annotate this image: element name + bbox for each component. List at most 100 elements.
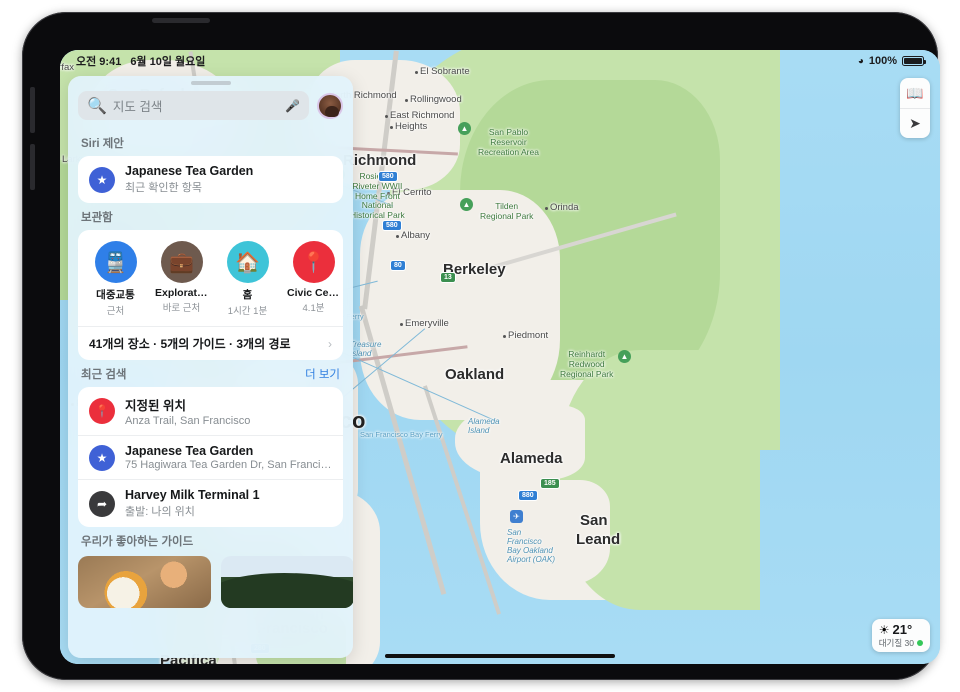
food-guide-thumbnail[interactable] (78, 556, 211, 608)
maps-sidebar[interactable]: 🔍 지도 검색 🎤 Siri 제안 ★ Japanese Tea Garden … (68, 76, 353, 658)
weather-widget[interactable]: ☀ 21° 대기질 30 (871, 619, 930, 652)
star-pin-icon: ★ (89, 166, 115, 193)
search-placeholder: 지도 검색 (112, 100, 163, 114)
map-town-dot (396, 235, 399, 238)
favorite-label: Explorato... (155, 287, 208, 299)
park-poi-tilden[interactable]: ▲ (460, 198, 473, 211)
airport-poi-oakland[interactable]: ✈ (510, 510, 523, 523)
list-item-subtitle: Anza Trail, San Francisco (125, 415, 251, 427)
list-item-title: 지정된 위치 (125, 399, 186, 413)
star-pin-icon: ★ (89, 444, 115, 471)
home-icon: 🏠 (226, 241, 269, 283)
favorite-sub: 근처 (106, 306, 125, 317)
search-icon: 🔍 (87, 97, 107, 115)
search-input[interactable]: 🔍 지도 검색 🎤 (78, 91, 309, 120)
list-item-subtitle: 75 Hagiwara Tea Garden Dr, San Francisco (125, 459, 332, 471)
map-label-town: Piedmont (508, 330, 549, 341)
power-button[interactable] (152, 18, 210, 23)
favorites-row[interactable]: 🚆 대중교통 근처 💼 Explorato... 바로 근처 🏠 홈 1시간 1… (78, 230, 343, 326)
microphone-icon[interactable]: 🎤 (285, 99, 300, 113)
guides-row[interactable] (78, 554, 353, 608)
map-label-town: Rollingwood (410, 94, 462, 105)
map-town-dot (390, 126, 393, 129)
status-bar: 오전 9:41 6월 10일 월요일 ◕ 100% (60, 50, 940, 72)
map-label-park: Tilden Regional Park (480, 201, 534, 221)
sidebar-scroll-area[interactable]: Siri 제안 ★ Japanese Tea Garden 최근 확인한 항목 … (68, 129, 353, 658)
status-time: 오전 9:41 (76, 56, 122, 68)
map-label-city: Alameda (500, 450, 563, 467)
favorite-work[interactable]: 💼 Explorato... 바로 근처 (155, 241, 208, 317)
map-label-park: Reinhardt Redwood Regional Park (560, 349, 614, 379)
screenshot-root: ▲ ▲ ▲ ▲ ▲ ▲ ▲ ✈ San RafaelRichmondBerkel… (0, 0, 960, 692)
sidebar-search-row: 🔍 지도 검색 🎤 (68, 91, 353, 129)
battery-icon (902, 56, 926, 66)
wifi-icon: ◕ (857, 55, 864, 67)
favorite-transit[interactable]: 🚆 대중교통 근처 (89, 241, 142, 317)
hills-guide-thumbnail[interactable] (221, 556, 353, 608)
map-label-island: Alameda Island (468, 417, 500, 435)
list-item[interactable]: 📍 지정된 위치 Anza Trail, San Francisco (78, 387, 343, 435)
temperature-label: 21° (892, 622, 913, 637)
list-item-subtitle: 출발: 나의 위치 (125, 506, 195, 518)
library-card: 🚆 대중교통 근처 💼 Explorato... 바로 근처 🏠 홈 1시간 1… (78, 230, 343, 360)
favorite-home[interactable]: 🏠 홈 1시간 1분 (221, 241, 274, 317)
list-item-text: Japanese Tea Garden 최근 확인한 항목 (125, 164, 253, 195)
status-bar-left: 오전 9:41 6월 10일 월요일 (76, 53, 205, 69)
volume-up-button[interactable] (30, 87, 35, 133)
list-item[interactable]: ➦ Harvey Milk Terminal 1 출발: 나의 위치 (78, 479, 343, 527)
park-poi-redwood[interactable]: ▲ (618, 350, 631, 363)
list-item-title: Japanese Tea Garden (125, 164, 254, 178)
park-poi-sanpablo[interactable]: ▲ (458, 122, 471, 135)
list-item-text: Harvey Milk Terminal 1 출발: 나의 위치 (125, 488, 260, 519)
map-label-city: San (580, 512, 608, 529)
briefcase-icon: 💼 (160, 241, 203, 283)
library-summary-row[interactable]: 41개의 장소 · 5개의 가이드 · 3개의 경로 › (78, 326, 343, 360)
recents-card: 📍 지정된 위치 Anza Trail, San Francisco ★ Jap… (78, 387, 343, 527)
status-bar-right: ◕ 100% (857, 55, 926, 67)
train-icon: 🚆 (94, 241, 137, 283)
map-label-city: Oakland (445, 366, 505, 383)
highway-shield: 13 (440, 272, 456, 283)
weather-top-row: ☀ 21° (879, 622, 923, 637)
highway-shield: 185 (540, 478, 560, 489)
recents-header-label: 최근 검색 (81, 369, 127, 381)
ipad-device-frame: ▲ ▲ ▲ ▲ ▲ ▲ ▲ ✈ San RafaelRichmondBerkel… (22, 12, 940, 680)
map-town-dot (385, 115, 388, 118)
favorite-civic-center[interactable]: 📍 Civic Cen... 4.1분 (287, 241, 340, 317)
guides-header-label: 우리가 좋아하는 가이드 (81, 536, 194, 548)
map-label-town: Emeryville (405, 318, 449, 329)
air-quality-row: 대기질 30 (879, 637, 923, 649)
list-item-title: Harvey Milk Terminal 1 (125, 488, 260, 502)
map-controls[interactable]: 📖 ➤ (900, 78, 930, 138)
battery-percent-label: 100% (868, 55, 897, 67)
map-label-city: Richmond (343, 152, 417, 169)
map-book-icon[interactable]: 📖 (900, 78, 930, 108)
favorite-sub: 4.1분 (302, 303, 325, 314)
list-item-subtitle: 최근 확인한 항목 (125, 182, 202, 194)
favorite-label: 대중교통 (96, 289, 135, 301)
chevron-right-icon: › (328, 336, 332, 351)
highway-shield: 580 (378, 171, 398, 182)
home-indicator[interactable] (385, 654, 615, 658)
map-town-dot (503, 335, 506, 338)
guides-header: 우리가 좋아하는 가이드 (78, 527, 343, 554)
sun-icon: ☀ (878, 622, 890, 637)
sidebar-grabber[interactable] (190, 81, 231, 85)
library-header-label: 보관함 (81, 212, 113, 224)
map-label-town: Heights (395, 121, 428, 132)
list-item-text: 지정된 위치 Anza Trail, San Francisco (125, 395, 250, 427)
list-item[interactable]: ★ Japanese Tea Garden 75 Hagiwara Tea Ga… (78, 435, 343, 479)
pin-icon: 📍 (89, 398, 115, 424)
avatar[interactable] (317, 92, 343, 119)
air-quality-label: 대기질 30 (878, 638, 914, 648)
recents-more-button[interactable]: 더 보기 (305, 366, 340, 382)
favorite-sub: 바로 근처 (162, 303, 201, 314)
recents-header: 최근 검색 더 보기 (78, 360, 343, 387)
list-item[interactable]: ★ Japanese Tea Garden 최근 확인한 항목 (78, 156, 343, 203)
location-arrow-icon[interactable]: ➤ (900, 108, 930, 138)
directions-icon: ➦ (89, 490, 115, 517)
volume-down-button[interactable] (30, 144, 35, 190)
map-label-ferry: San Francisco Bay Ferry (360, 430, 443, 439)
map-town-dot (545, 207, 548, 210)
siri-suggestions-header: Siri 제안 (78, 129, 343, 156)
